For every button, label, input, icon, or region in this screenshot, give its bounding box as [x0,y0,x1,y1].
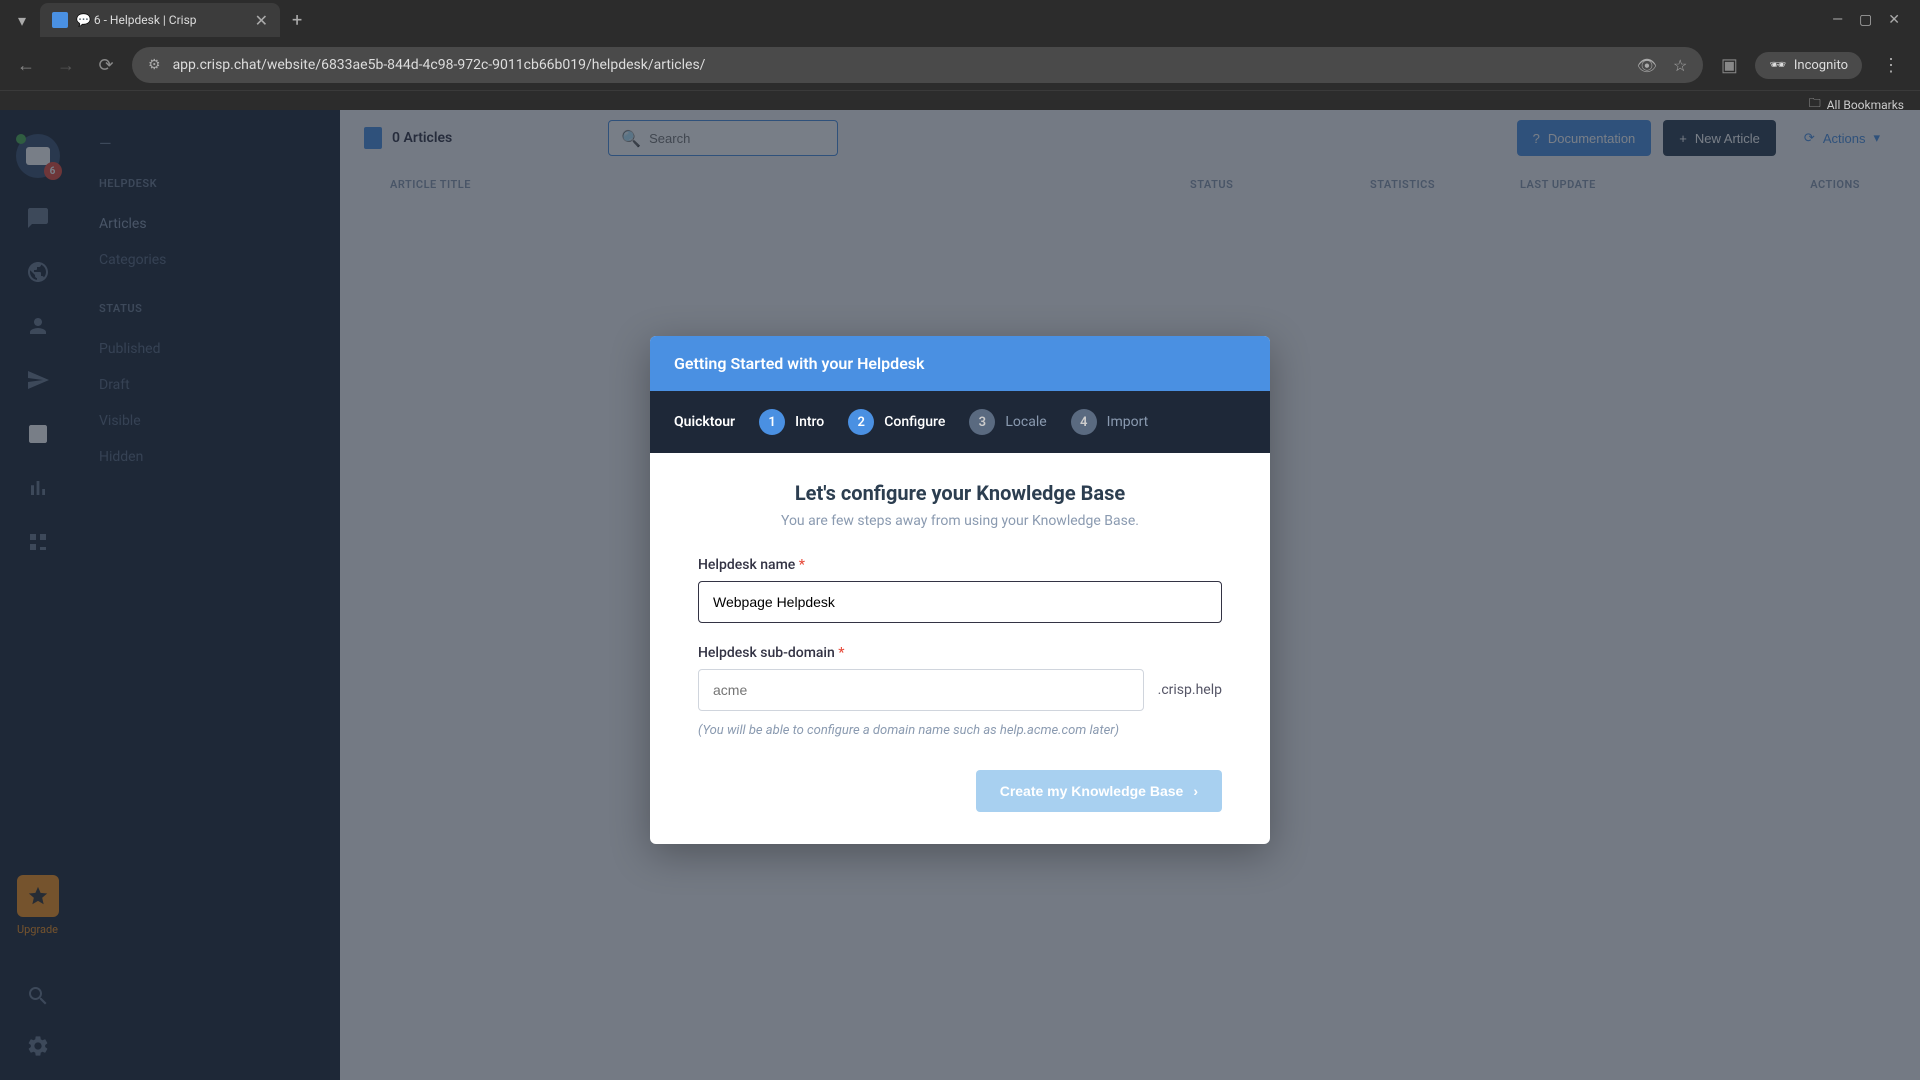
incognito-badge[interactable]: 🕶 Incognito [1755,52,1862,79]
tab-bar: ▾ 💬 6 - Helpdesk | Crisp ✕ + — ▢ ✕ [0,0,1920,40]
helpdesk-name-input[interactable] [698,581,1222,623]
favicon-icon [52,12,68,28]
site-settings-icon[interactable]: ⚙ [148,57,161,73]
modal-steps: Quicktour 1 Intro 2 Configure 3 Locale 4… [650,391,1270,453]
step-locale[interactable]: 3 Locale [969,409,1046,435]
eye-off-icon[interactable]: 👁 [1637,56,1657,75]
url-bar[interactable]: ⚙ app.crisp.chat/website/6833ae5b-844d-4… [132,47,1703,83]
step-intro[interactable]: 1 Intro [759,409,824,435]
incognito-icon: 🕶 [1769,58,1786,73]
browser-chrome: ▾ 💬 6 - Helpdesk | Crisp ✕ + — ▢ ✕ ← → ⟳… [0,0,1920,110]
maximize-button[interactable]: ▢ [1859,12,1872,28]
subdomain-hint: (You will be able to configure a domain … [698,723,1222,738]
create-knowledge-base-button[interactable]: Create my Knowledge Base › [976,770,1222,812]
step-import[interactable]: 4 Import [1071,409,1149,435]
tab-list-dropdown[interactable]: ▾ [8,6,36,34]
back-button[interactable]: ← [12,55,40,76]
chrome-menu-button[interactable]: ⋮ [1874,55,1908,76]
tab-title: 💬 6 - Helpdesk | Crisp [76,13,247,27]
reload-button[interactable]: ⟳ [92,55,120,76]
close-window-button[interactable]: ✕ [1888,12,1900,28]
modal-body: Let's configure your Knowledge Base You … [650,453,1270,844]
label-helpdesk-subdomain: Helpdesk sub-domain * [698,645,1222,661]
browser-tab[interactable]: 💬 6 - Helpdesk | Crisp ✕ [40,3,280,37]
getting-started-modal: Getting Started with your Helpdesk Quick… [650,336,1270,844]
url-text: app.crisp.chat/website/6833ae5b-844d-4c9… [173,57,1625,73]
chevron-right-icon: › [1193,783,1198,799]
quicktour-label: Quicktour [674,414,735,430]
minimize-button[interactable]: — [1832,12,1843,28]
bookmark-star-icon[interactable]: ☆ [1673,56,1687,75]
app-root: 6 Upgrade — HELPDESK Articles Categories… [0,110,1920,1080]
label-helpdesk-name: Helpdesk name * [698,557,1222,573]
side-panel-icon[interactable]: ▣ [1715,55,1743,76]
window-controls: — ▢ ✕ [1832,12,1912,28]
modal-subtitle: You are few steps away from using your K… [698,513,1222,529]
address-bar: ← → ⟳ ⚙ app.crisp.chat/website/6833ae5b-… [0,40,1920,90]
forward-button[interactable]: → [52,55,80,76]
subdomain-suffix: .crisp.help [1158,682,1222,698]
modal-header: Getting Started with your Helpdesk [650,336,1270,391]
helpdesk-subdomain-input[interactable] [698,669,1144,711]
incognito-label: Incognito [1794,58,1848,73]
close-tab-icon[interactable]: ✕ [255,11,268,30]
new-tab-button[interactable]: + [292,10,302,31]
modal-title: Let's configure your Knowledge Base [698,481,1222,505]
step-configure[interactable]: 2 Configure [848,409,945,435]
